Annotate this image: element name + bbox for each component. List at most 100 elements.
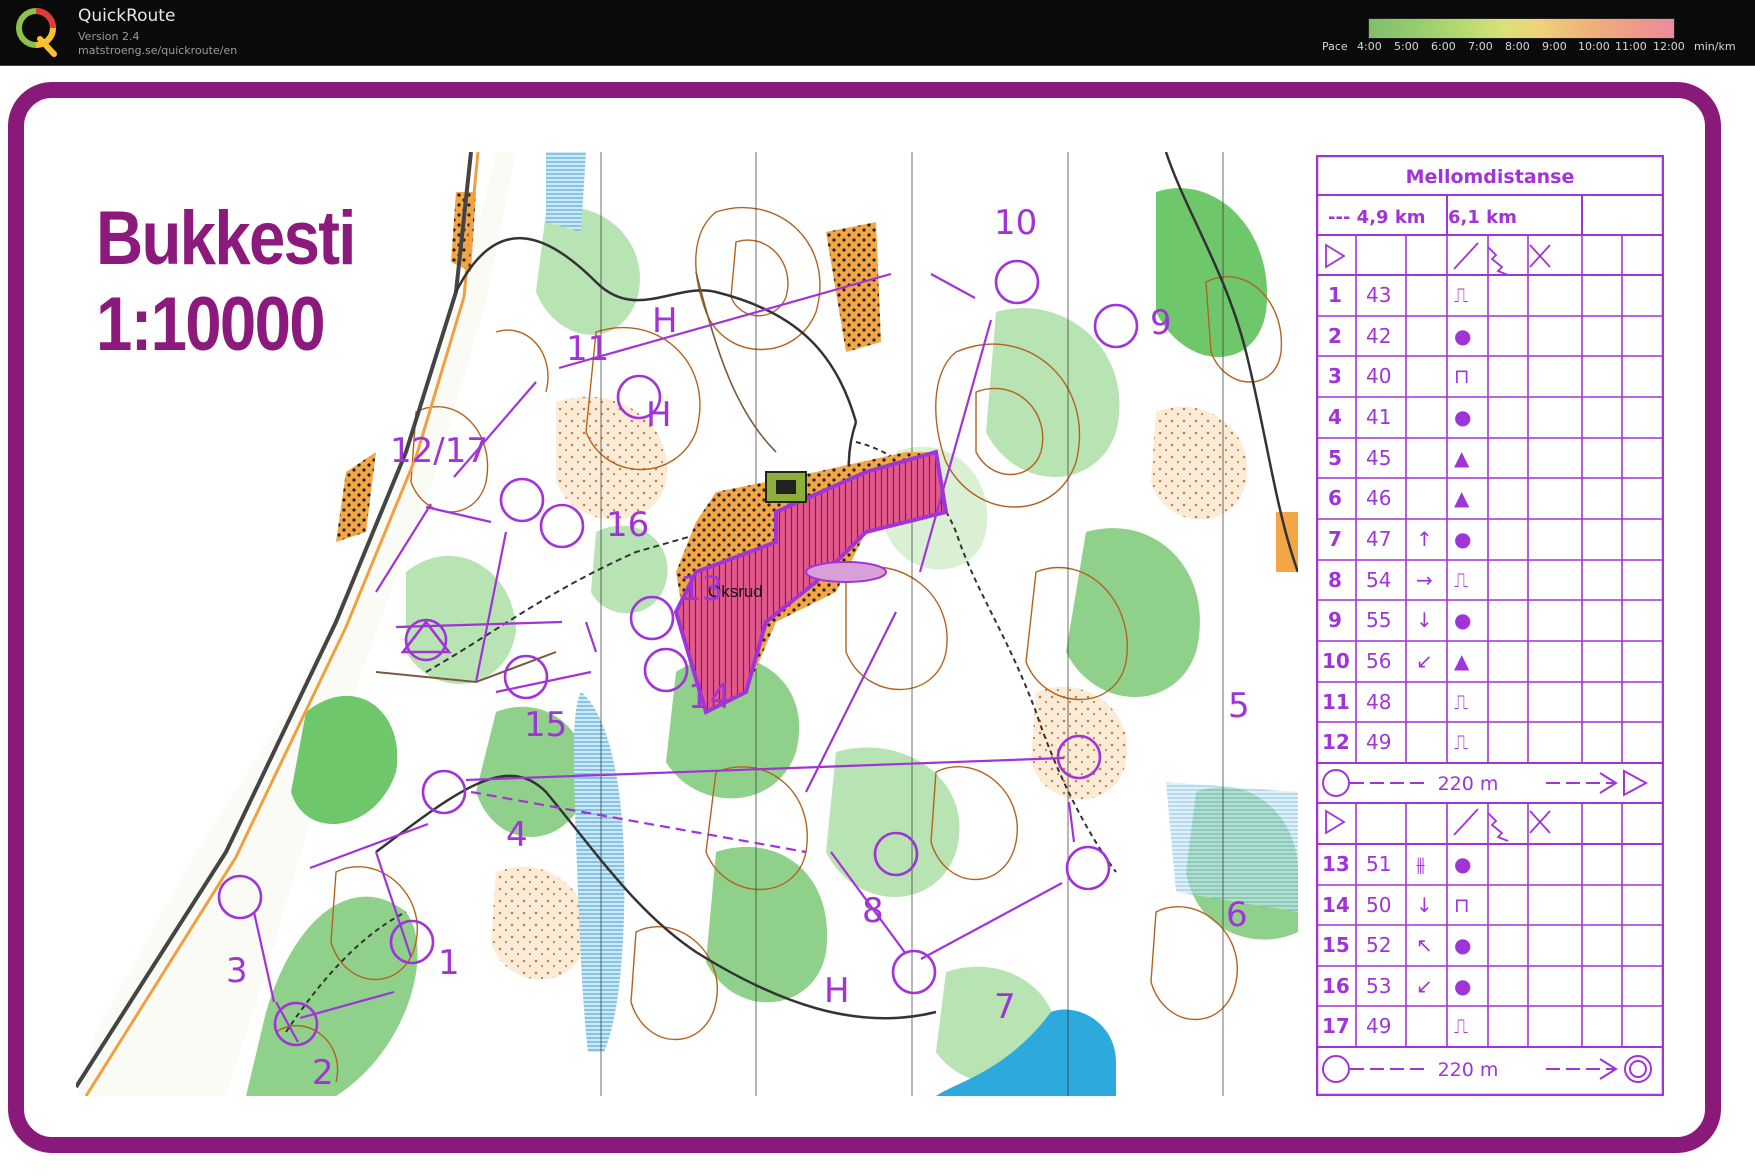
svg-text:1: 1 xyxy=(1328,283,1342,307)
svg-text:8: 8 xyxy=(1328,568,1342,592)
svg-text:56: 56 xyxy=(1366,649,1391,673)
control-number: 14 xyxy=(688,677,731,717)
svg-text:13: 13 xyxy=(1322,852,1350,876)
control-number: 9 xyxy=(1150,303,1172,343)
svg-text:⊓: ⊓ xyxy=(1454,364,1470,388)
svg-text:⎍: ⎍ xyxy=(1454,1014,1468,1038)
control-number: 7 xyxy=(994,987,1016,1027)
svg-text:⊓: ⊓ xyxy=(1454,893,1470,917)
svg-text:⎍: ⎍ xyxy=(1454,690,1468,714)
svg-text:45: 45 xyxy=(1366,446,1391,470)
control-number: 2 xyxy=(312,1053,334,1093)
pace-tick: 4:00 xyxy=(1357,40,1382,53)
control-number: 16 xyxy=(606,505,649,545)
svg-text:↙: ↙ xyxy=(1416,649,1433,673)
mid-distance-label: 220 m xyxy=(1438,773,1499,795)
pace-color-scale xyxy=(1368,18,1675,39)
svg-text:↑: ↑ xyxy=(1416,527,1433,551)
pace-unit: min/km xyxy=(1694,40,1736,53)
svg-text:▲: ▲ xyxy=(1454,446,1470,470)
control-description-sheet: Mellomdistanse --- 4,9 km 6,1 km 1 43 ⎍ 24… xyxy=(1316,155,1664,1096)
svg-text:●: ● xyxy=(1454,974,1471,998)
course-length-b: 6,1 km xyxy=(1448,207,1517,228)
svg-text:51: 51 xyxy=(1366,852,1391,876)
svg-text:10: 10 xyxy=(1322,649,1350,673)
svg-text:41: 41 xyxy=(1366,405,1391,429)
svg-text:▲: ▲ xyxy=(1454,649,1470,673)
svg-text:17: 17 xyxy=(1322,1014,1350,1038)
svg-text:→: → xyxy=(1416,568,1433,592)
course-length-a: --- 4,9 km xyxy=(1328,207,1426,228)
app-version: Version 2.4 xyxy=(78,30,140,43)
pace-tick: 7:00 xyxy=(1468,40,1493,53)
quickroute-logo-icon xyxy=(16,8,57,57)
svg-text:⎍: ⎍ xyxy=(1454,568,1468,592)
control-number: 11 xyxy=(566,329,609,369)
svg-text:5: 5 xyxy=(1328,446,1342,470)
control-number: 8 xyxy=(862,891,884,931)
svg-text:●: ● xyxy=(1454,527,1471,551)
svg-text:●: ● xyxy=(1454,405,1471,429)
svg-text:50: 50 xyxy=(1366,893,1391,917)
svg-text:3: 3 xyxy=(1328,364,1342,388)
svg-text:⎍: ⎍ xyxy=(1454,730,1468,754)
svg-text:46: 46 xyxy=(1366,486,1391,510)
control-number: 1 xyxy=(438,943,460,983)
svg-text:49: 49 xyxy=(1366,1014,1391,1038)
svg-text:↙: ↙ xyxy=(1416,974,1433,998)
svg-text:↖: ↖ xyxy=(1416,933,1433,957)
svg-text:●: ● xyxy=(1454,324,1471,348)
svg-text:49: 49 xyxy=(1366,730,1391,754)
svg-text:16: 16 xyxy=(1322,974,1350,998)
svg-text:53: 53 xyxy=(1366,974,1391,998)
control-number: 12/17 xyxy=(390,431,488,471)
svg-text:●: ● xyxy=(1454,852,1471,876)
svg-text:48: 48 xyxy=(1366,690,1391,714)
control-number: 13 xyxy=(680,569,723,609)
app-header-bar: QuickRoute Version 2.4 matstroeng.se/qui… xyxy=(0,0,1755,66)
svg-text:12: 12 xyxy=(1322,730,1350,754)
pace-tick: 12:00 xyxy=(1653,40,1685,53)
svg-text:47: 47 xyxy=(1366,527,1391,551)
svg-text:▲: ▲ xyxy=(1454,486,1470,510)
svg-text:55: 55 xyxy=(1366,608,1391,632)
pace-tick: 8:00 xyxy=(1505,40,1530,53)
svg-text:42: 42 xyxy=(1366,324,1391,348)
svg-text:⎍: ⎍ xyxy=(1454,283,1468,307)
svg-text:●: ● xyxy=(1454,933,1471,957)
pace-tick: 11:00 xyxy=(1615,40,1647,53)
course-title: Mellomdistanse xyxy=(1406,166,1575,188)
control-number: 6 xyxy=(1226,895,1248,935)
svg-text:9: 9 xyxy=(1328,608,1342,632)
pace-tick: 9:00 xyxy=(1542,40,1567,53)
app-url-link[interactable]: matstroeng.se/quickroute/en xyxy=(78,44,237,57)
pace-label: Pace xyxy=(1322,40,1348,53)
control-number: 5 xyxy=(1228,686,1250,726)
svg-text:40: 40 xyxy=(1366,364,1391,388)
control-number: 15 xyxy=(524,705,567,745)
svg-text:14: 14 xyxy=(1322,893,1350,917)
svg-text:4: 4 xyxy=(1328,405,1342,429)
svg-text:52: 52 xyxy=(1366,933,1391,957)
svg-text:7: 7 xyxy=(1328,527,1342,551)
svg-text:43: 43 xyxy=(1366,283,1391,307)
pace-tick: 10:00 xyxy=(1578,40,1610,53)
orienteering-map[interactable]: Oksrud 1 2 3 4 5 6 7 8 9 10 11 12/17 13 … xyxy=(76,152,1298,1096)
control-number: 10 xyxy=(994,203,1037,243)
svg-text:↓: ↓ xyxy=(1416,608,1433,632)
finish-distance-label: 220 m xyxy=(1438,1059,1499,1081)
control-number: 3 xyxy=(226,951,248,991)
h-marker: H xyxy=(652,301,678,341)
pace-tick: 6:00 xyxy=(1431,40,1456,53)
h-marker: H xyxy=(824,971,850,1011)
svg-text:6: 6 xyxy=(1328,486,1342,510)
control-number: 4 xyxy=(506,815,528,855)
svg-text:2: 2 xyxy=(1328,324,1342,348)
svg-text:●: ● xyxy=(1454,608,1471,632)
h-marker: H xyxy=(646,395,672,435)
svg-text:↓: ↓ xyxy=(1416,893,1433,917)
svg-text:11: 11 xyxy=(1322,690,1350,714)
app-title: QuickRoute xyxy=(78,6,176,26)
svg-text:⫵: ⫵ xyxy=(1416,852,1425,876)
pace-tick: 5:00 xyxy=(1394,40,1419,53)
